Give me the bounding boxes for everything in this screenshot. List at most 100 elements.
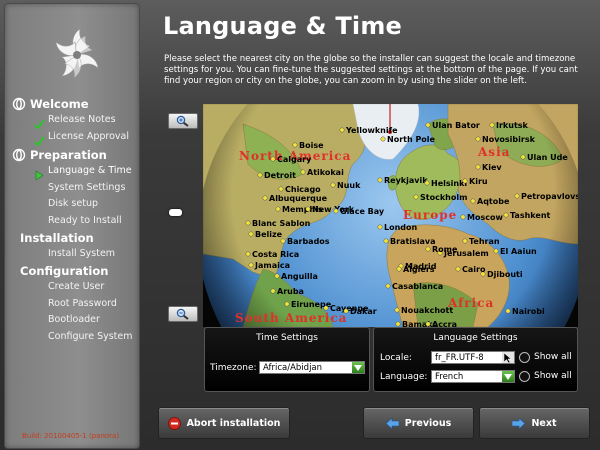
city-label[interactable]: Nouakchott: [401, 306, 453, 315]
city-label[interactable]: Aqtobe: [477, 197, 510, 206]
city-marker[interactable]: [333, 208, 339, 214]
city-label[interactable]: Nuuk: [337, 181, 361, 190]
city-label[interactable]: Bratislava: [390, 237, 436, 246]
city-label[interactable]: Kiev: [482, 163, 502, 172]
city-label[interactable]: Tehran: [469, 237, 500, 246]
city-label[interactable]: Helsinki: [431, 179, 467, 188]
city-marker[interactable]: [425, 122, 431, 128]
language-select[interactable]: French: [431, 370, 515, 383]
city-label[interactable]: Boise: [299, 141, 324, 150]
city-marker[interactable]: [455, 266, 461, 272]
dropdown-arrow-icon[interactable]: [352, 362, 364, 373]
abort-installation-button[interactable]: Abort installation: [158, 407, 290, 439]
city-label[interactable]: Stockholm: [420, 193, 467, 202]
city-label[interactable]: Cairo: [462, 265, 486, 274]
city-marker[interactable]: [462, 178, 468, 184]
city-marker[interactable]: [413, 194, 419, 200]
previous-button[interactable]: Previous: [363, 407, 474, 439]
city-marker[interactable]: [257, 172, 263, 178]
city-label[interactable]: Atikokai: [307, 168, 344, 177]
city-label[interactable]: Aruba: [277, 287, 304, 296]
city-marker[interactable]: [248, 262, 254, 268]
city-marker[interactable]: [503, 212, 509, 218]
city-label[interactable]: Tashkent: [510, 211, 551, 220]
city-marker[interactable]: [245, 251, 251, 257]
city-label[interactable]: North Pole: [387, 135, 436, 144]
city-label[interactable]: Anguilla: [281, 272, 318, 281]
city-marker[interactable]: [380, 136, 386, 142]
city-marker[interactable]: [339, 127, 345, 133]
city-marker[interactable]: [270, 156, 276, 162]
city-label[interactable]: Ulan Bator: [432, 121, 480, 130]
city-label[interactable]: Rome: [432, 245, 458, 254]
city-marker[interactable]: [278, 186, 284, 192]
city-marker[interactable]: [489, 122, 495, 128]
city-marker[interactable]: [383, 238, 389, 244]
city-label[interactable]: Moscow: [467, 213, 503, 222]
city-label[interactable]: Djibouti: [487, 270, 523, 279]
city-marker[interactable]: [274, 273, 280, 279]
city-marker[interactable]: [520, 154, 526, 160]
city-label[interactable]: Irkutsk: [496, 121, 529, 130]
city-marker[interactable]: [323, 305, 329, 311]
language-show-all-radio[interactable]: [519, 371, 530, 382]
city-label[interactable]: Detroit: [264, 171, 296, 180]
city-marker[interactable]: [330, 182, 336, 188]
city-label[interactable]: Glace Bay: [340, 207, 385, 216]
city-marker[interactable]: [270, 288, 276, 294]
city-label[interactable]: El Aaiun: [500, 247, 537, 256]
city-marker[interactable]: [493, 248, 499, 254]
dropdown-arrow-icon[interactable]: [502, 371, 514, 382]
city-marker[interactable]: [292, 142, 298, 148]
city-label[interactable]: Petropavlovsk: [521, 192, 578, 201]
city-label[interactable]: Blanc Sablon: [252, 219, 311, 228]
city-marker[interactable]: [460, 214, 466, 220]
city-label[interactable]: Novosibirsk: [482, 135, 536, 144]
timezone-globe-map[interactable]: North America Europe Asia Africa South A…: [203, 104, 578, 327]
city-label[interactable]: Ulan Ude: [527, 153, 568, 162]
city-label[interactable]: Costa Rica: [252, 250, 299, 259]
city-marker[interactable]: [514, 193, 520, 199]
city-marker[interactable]: [470, 198, 476, 204]
zoom-slider-handle[interactable]: [169, 209, 182, 216]
city-label[interactable]: Jamaica: [254, 261, 290, 270]
city-label[interactable]: Casablanca: [392, 282, 443, 291]
city-marker[interactable]: [262, 195, 268, 201]
city-marker[interactable]: [305, 206, 311, 212]
city-marker[interactable]: [280, 238, 286, 244]
next-button[interactable]: Next: [479, 407, 590, 439]
city-label[interactable]: Accra: [432, 320, 457, 327]
timezone-select[interactable]: Africa/Abidjan: [259, 361, 365, 374]
city-label[interactable]: Yellowknife: [345, 126, 398, 135]
city-label[interactable]: Reykjavik: [384, 176, 428, 185]
city-marker[interactable]: [475, 164, 481, 170]
city-marker[interactable]: [300, 169, 306, 175]
city-marker[interactable]: [425, 321, 431, 327]
city-marker[interactable]: [343, 308, 349, 314]
city-label[interactable]: Dakar: [350, 307, 377, 316]
city-label[interactable]: Chicago: [285, 185, 321, 194]
city-marker[interactable]: [462, 238, 468, 244]
city-label[interactable]: Kiru: [469, 177, 488, 186]
city-marker[interactable]: [284, 301, 290, 307]
city-marker[interactable]: [424, 180, 430, 186]
city-marker[interactable]: [385, 283, 391, 289]
city-label[interactable]: Nairobi: [512, 307, 545, 316]
city-label[interactable]: Calgary: [277, 155, 312, 164]
city-marker[interactable]: [475, 136, 481, 142]
city-marker[interactable]: [505, 308, 511, 314]
city-marker[interactable]: [394, 307, 400, 313]
city-marker[interactable]: [245, 220, 251, 226]
city-label[interactable]: Barbados: [287, 237, 330, 246]
city-label[interactable]: Albuquerque: [269, 194, 328, 203]
city-label[interactable]: Algiers: [403, 265, 435, 274]
city-marker[interactable]: [395, 321, 401, 327]
zoom-out-button[interactable]: [168, 306, 198, 322]
city-marker[interactable]: [425, 246, 431, 252]
locale-select[interactable]: fr_FR.UTF-8: [431, 351, 515, 364]
city-marker[interactable]: [396, 266, 402, 272]
city-marker[interactable]: [275, 206, 281, 212]
city-label[interactable]: Belize: [255, 230, 283, 239]
locale-show-all-radio[interactable]: [519, 352, 530, 363]
city-marker[interactable]: [377, 224, 383, 230]
